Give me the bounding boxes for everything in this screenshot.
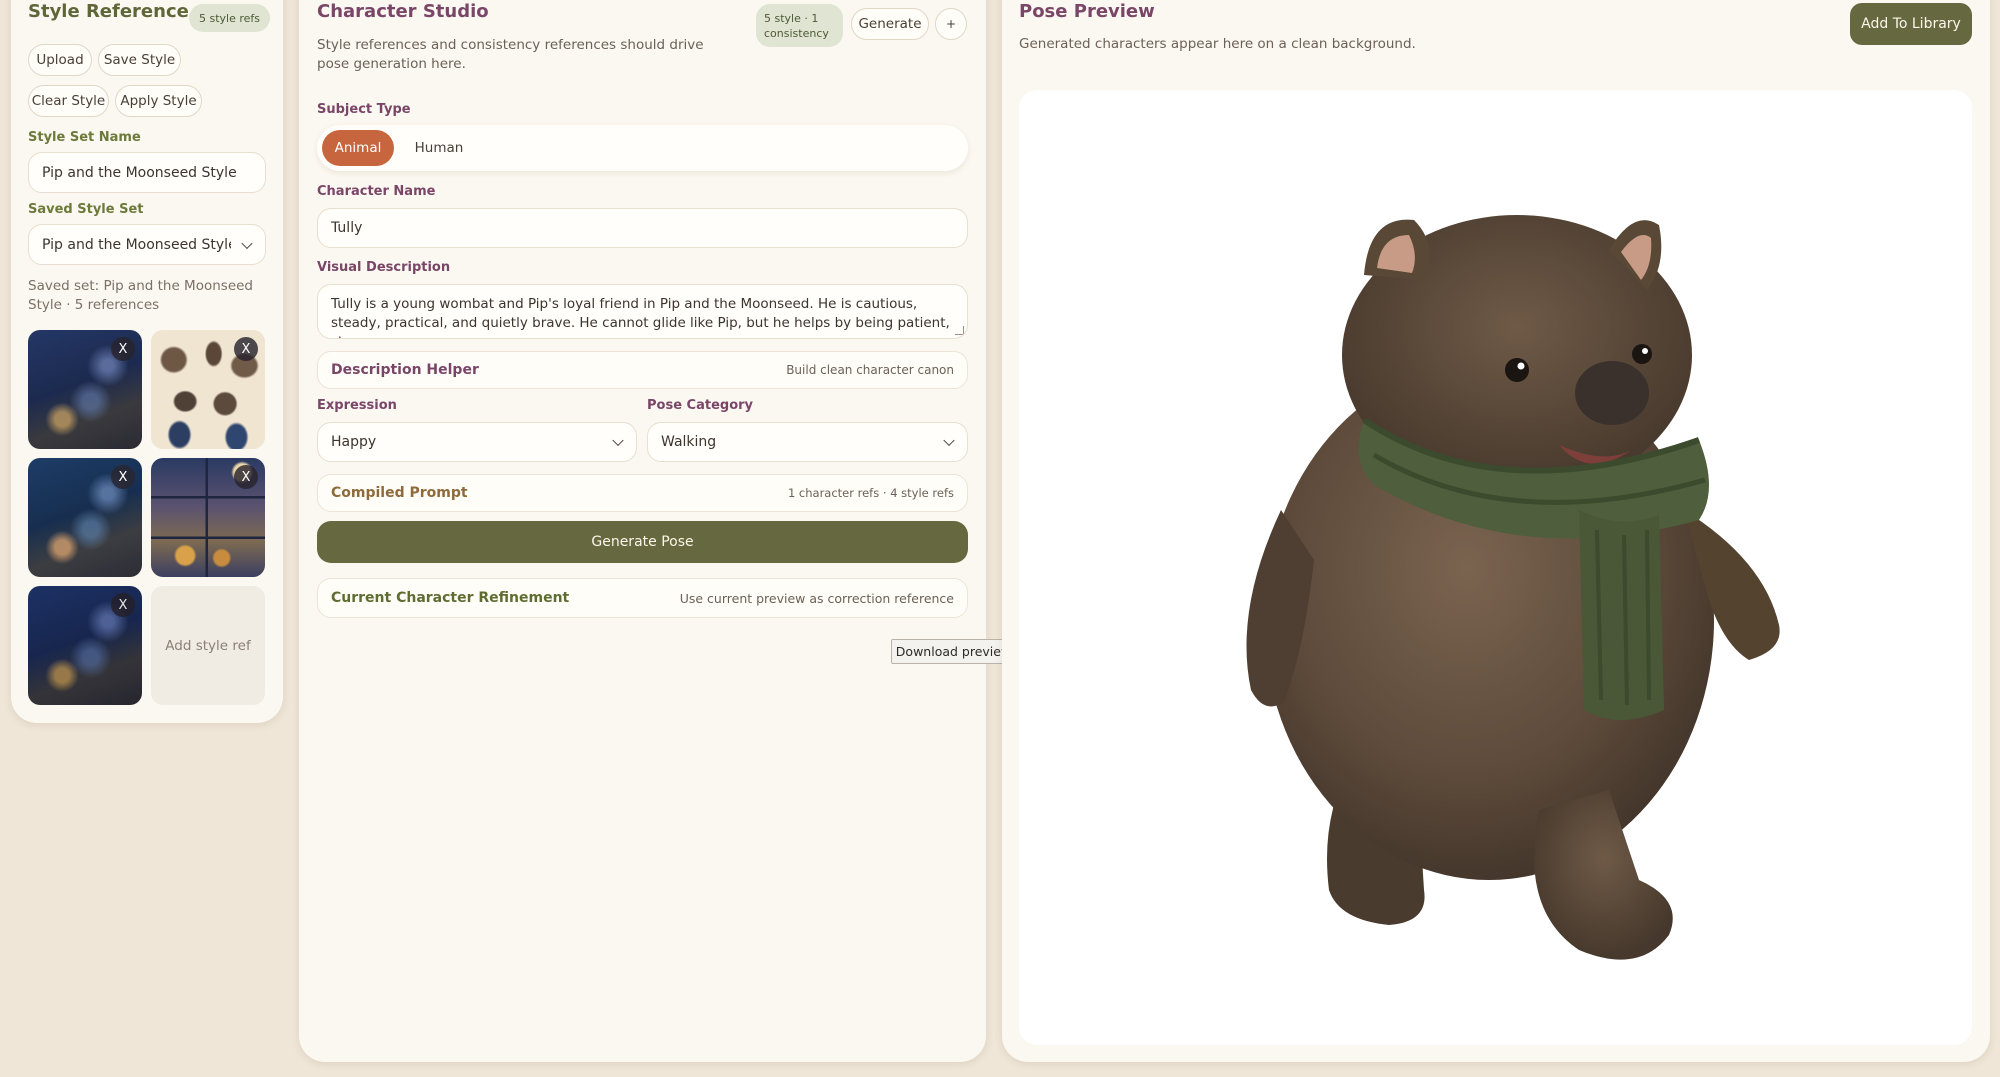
subject-option-human[interactable]: Human xyxy=(401,130,477,166)
character-studio-subtitle: Style references and consistency referen… xyxy=(317,37,704,72)
resize-handle-icon[interactable] xyxy=(955,326,964,335)
style-ref-thumbnail[interactable]: X xyxy=(28,458,142,577)
visual-description-textarea[interactable]: Tully is a young wombat and Pip's loyal … xyxy=(317,284,968,339)
style-ref-thumbnail[interactable]: X xyxy=(151,330,265,449)
character-refinement-row[interactable]: Current Character Refinement Use current… xyxy=(317,578,968,618)
saved-set-info: Saved set: Pip and the Moonseed Style · … xyxy=(28,278,253,313)
description-helper-label: Description Helper xyxy=(331,362,479,378)
refinement-label: Current Character Refinement xyxy=(331,590,570,606)
character-studio-title: Character Studio xyxy=(317,1,489,22)
pose-preview-title: Pose Preview xyxy=(1019,1,1155,22)
expression-select[interactable]: Happy xyxy=(317,422,637,462)
description-helper-row[interactable]: Description Helper Build clean character… xyxy=(317,351,968,389)
subject-type-label: Subject Type xyxy=(317,102,411,117)
upload-button[interactable]: Upload xyxy=(28,44,92,76)
compiled-prompt-meta: 1 character refs · 4 style refs xyxy=(787,486,954,500)
preview-canvas xyxy=(1019,90,1972,1045)
expression-label: Expression xyxy=(317,398,397,413)
character-name-label: Character Name xyxy=(317,184,436,199)
consistency-badge: 5 style · 1 consistency xyxy=(756,4,843,47)
build-canon-action[interactable]: Build clean character canon xyxy=(786,363,954,377)
saved-style-set-label: Saved Style Set xyxy=(28,202,144,217)
style-refs-badge: 5 style refs xyxy=(189,4,270,32)
style-set-name-input[interactable]: Pip and the Moonseed Style xyxy=(28,152,266,193)
pose-category-label: Pose Category xyxy=(647,398,754,413)
remove-icon[interactable]: X xyxy=(111,337,135,361)
apply-style-button[interactable]: Apply Style xyxy=(115,85,202,117)
chevron-down-icon xyxy=(612,434,624,447)
add-icon[interactable]: + xyxy=(935,8,967,40)
expression-value: Happy xyxy=(331,434,377,450)
subject-type-toggle: Animal Human xyxy=(317,125,968,171)
add-style-ref-button[interactable]: Add style ref xyxy=(151,586,265,705)
add-to-library-button[interactable]: Add To Library xyxy=(1850,3,1972,45)
style-ref-thumbnail[interactable]: X xyxy=(28,330,142,449)
saved-style-set-value: Pip and the Moonseed Style (5 xyxy=(42,236,231,253)
use-preview-correction-action[interactable]: Use current preview as correction refere… xyxy=(680,591,954,606)
chevron-down-icon xyxy=(943,434,955,447)
generate-button[interactable]: Generate xyxy=(851,8,929,40)
pose-preview-subtitle: Generated characters appear here on a cl… xyxy=(1019,36,1416,52)
style-set-name-label: Style Set Name xyxy=(28,130,141,145)
generate-pose-button[interactable]: Generate Pose xyxy=(317,521,968,563)
remove-icon[interactable]: X xyxy=(234,337,258,361)
pose-category-value: Walking xyxy=(661,434,717,450)
style-reference-panel: Style Reference 5 style refs Upload Save… xyxy=(11,0,283,723)
visual-description-text: Tully is a young wombat and Pip's loyal … xyxy=(331,296,950,338)
style-ref-thumbnail[interactable]: X xyxy=(28,586,142,705)
clear-style-button[interactable]: Clear Style xyxy=(28,85,109,117)
style-reference-title: Style Reference xyxy=(28,1,189,22)
chevron-down-icon xyxy=(241,237,253,249)
style-ref-thumbnail[interactable]: X xyxy=(151,458,265,577)
remove-icon[interactable]: X xyxy=(111,465,135,489)
compiled-prompt-label: Compiled Prompt xyxy=(331,485,468,501)
saved-style-set-select[interactable]: Pip and the Moonseed Style (5 xyxy=(28,224,266,265)
wombat-character-image xyxy=(1246,215,1780,960)
visual-description-label: Visual Description xyxy=(317,260,451,275)
pose-category-select[interactable]: Walking xyxy=(647,422,968,462)
save-style-button[interactable]: Save Style xyxy=(98,44,181,76)
character-name-input[interactable]: Tully xyxy=(317,208,968,248)
character-studio-panel: Character Studio Style references and co… xyxy=(299,0,986,1062)
subject-option-animal[interactable]: Animal xyxy=(322,130,394,166)
compiled-prompt-row[interactable]: Compiled Prompt 1 character refs · 4 sty… xyxy=(317,474,968,512)
remove-icon[interactable]: X xyxy=(111,593,135,617)
remove-icon[interactable]: X xyxy=(234,465,258,489)
pose-preview-panel: Pose Preview Generated characters appear… xyxy=(1002,0,1990,1062)
download-preview-tooltip: Download preview xyxy=(891,639,1016,664)
